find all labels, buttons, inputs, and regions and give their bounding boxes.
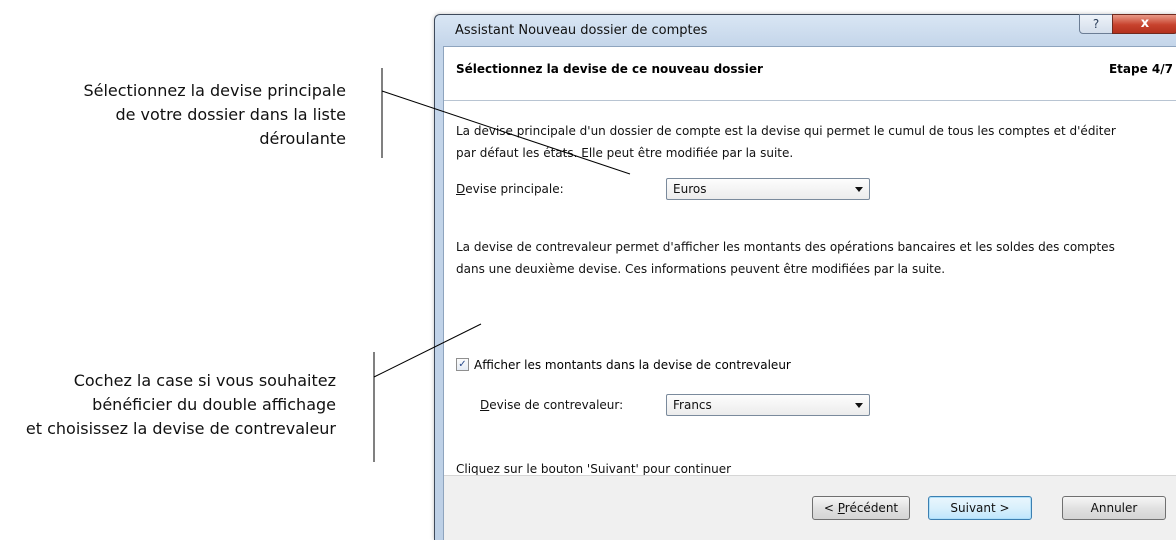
main-currency-value: Euros [673, 182, 707, 196]
next-button[interactable]: Suivant > [928, 496, 1032, 520]
wizard-footer: < Précédent Suivant > Annuler [444, 475, 1176, 540]
title-bar[interactable]: Assistant Nouveau dossier de comptes ? x [435, 14, 1176, 45]
callout-line-text: bénéficier du double affichage [92, 395, 336, 414]
intro-line: La devise principale d'un dossier de com… [456, 124, 1116, 138]
accelerator-key: P [837, 501, 845, 515]
countervalue-currency-value: Francs [673, 398, 712, 412]
intro-text: La devise principale d'un dossier de com… [456, 120, 1156, 164]
callout-line-text: déroulante [259, 129, 346, 148]
countervalue-line: La devise de contrevaleur permet d'affic… [456, 240, 1115, 254]
window-title: Assistant Nouveau dossier de comptes [455, 23, 708, 38]
countervalue-line: dans une deuxième devise. Ces informatio… [456, 262, 946, 276]
callout-line-text: de votre dossier dans la liste [115, 105, 346, 124]
wizard-window: Assistant Nouveau dossier de comptes ? x… [434, 14, 1176, 540]
callout-line-text: Sélectionnez la devise principale [83, 81, 346, 100]
label-rest: evise principale: [465, 182, 564, 196]
prev-prefix: < [823, 501, 838, 515]
wizard-header: Sélectionnez la devise de ce nouveau dos… [444, 47, 1176, 101]
cancel-button[interactable]: Annuler [1062, 496, 1166, 520]
help-button[interactable]: ? [1079, 14, 1113, 34]
chevron-down-icon [855, 403, 863, 408]
chevron-down-icon [855, 187, 863, 192]
page-title: Sélectionnez la devise de ce nouveau dos… [456, 62, 763, 76]
intro-line: par défaut les états. Elle peut être mod… [456, 146, 794, 160]
previous-button[interactable]: < Précédent [812, 496, 910, 520]
callout-countervalue: Cochez la case si vous souhaitez bénéfic… [0, 369, 336, 441]
label-rest: evise de contrevaleur: [489, 398, 624, 412]
main-currency-label: Devise principale: [456, 182, 564, 196]
callout-main-currency: Sélectionnez la devise principale de vot… [0, 79, 346, 151]
accelerator-key: D [456, 182, 466, 196]
step-indicator: Etape 4/7 [1108, 62, 1173, 76]
close-button[interactable]: x [1112, 14, 1176, 34]
callout-line-text: Cochez la case si vous souhaitez [73, 371, 336, 390]
wizard-body: La devise principale d'un dossier de com… [444, 101, 1176, 476]
accelerator-key: D [480, 398, 490, 412]
wizard-client-area: Sélectionnez la devise de ce nouveau dos… [443, 46, 1176, 540]
callout-line-text: et choisissez la devise de contrevaleur [25, 419, 336, 438]
show-countervalue-label[interactable]: Afficher les montants dans la devise de … [474, 358, 791, 372]
main-currency-select[interactable]: Euros [666, 178, 870, 200]
show-countervalue-checkbox[interactable]: ✓ [456, 358, 469, 371]
countervalue-currency-label: Devise de contrevaleur: [480, 398, 623, 412]
prev-suffix: récédent [844, 501, 899, 515]
countervalue-currency-select[interactable]: Francs [666, 394, 870, 416]
countervalue-text: La devise de contrevaleur permet d'affic… [456, 236, 1156, 280]
